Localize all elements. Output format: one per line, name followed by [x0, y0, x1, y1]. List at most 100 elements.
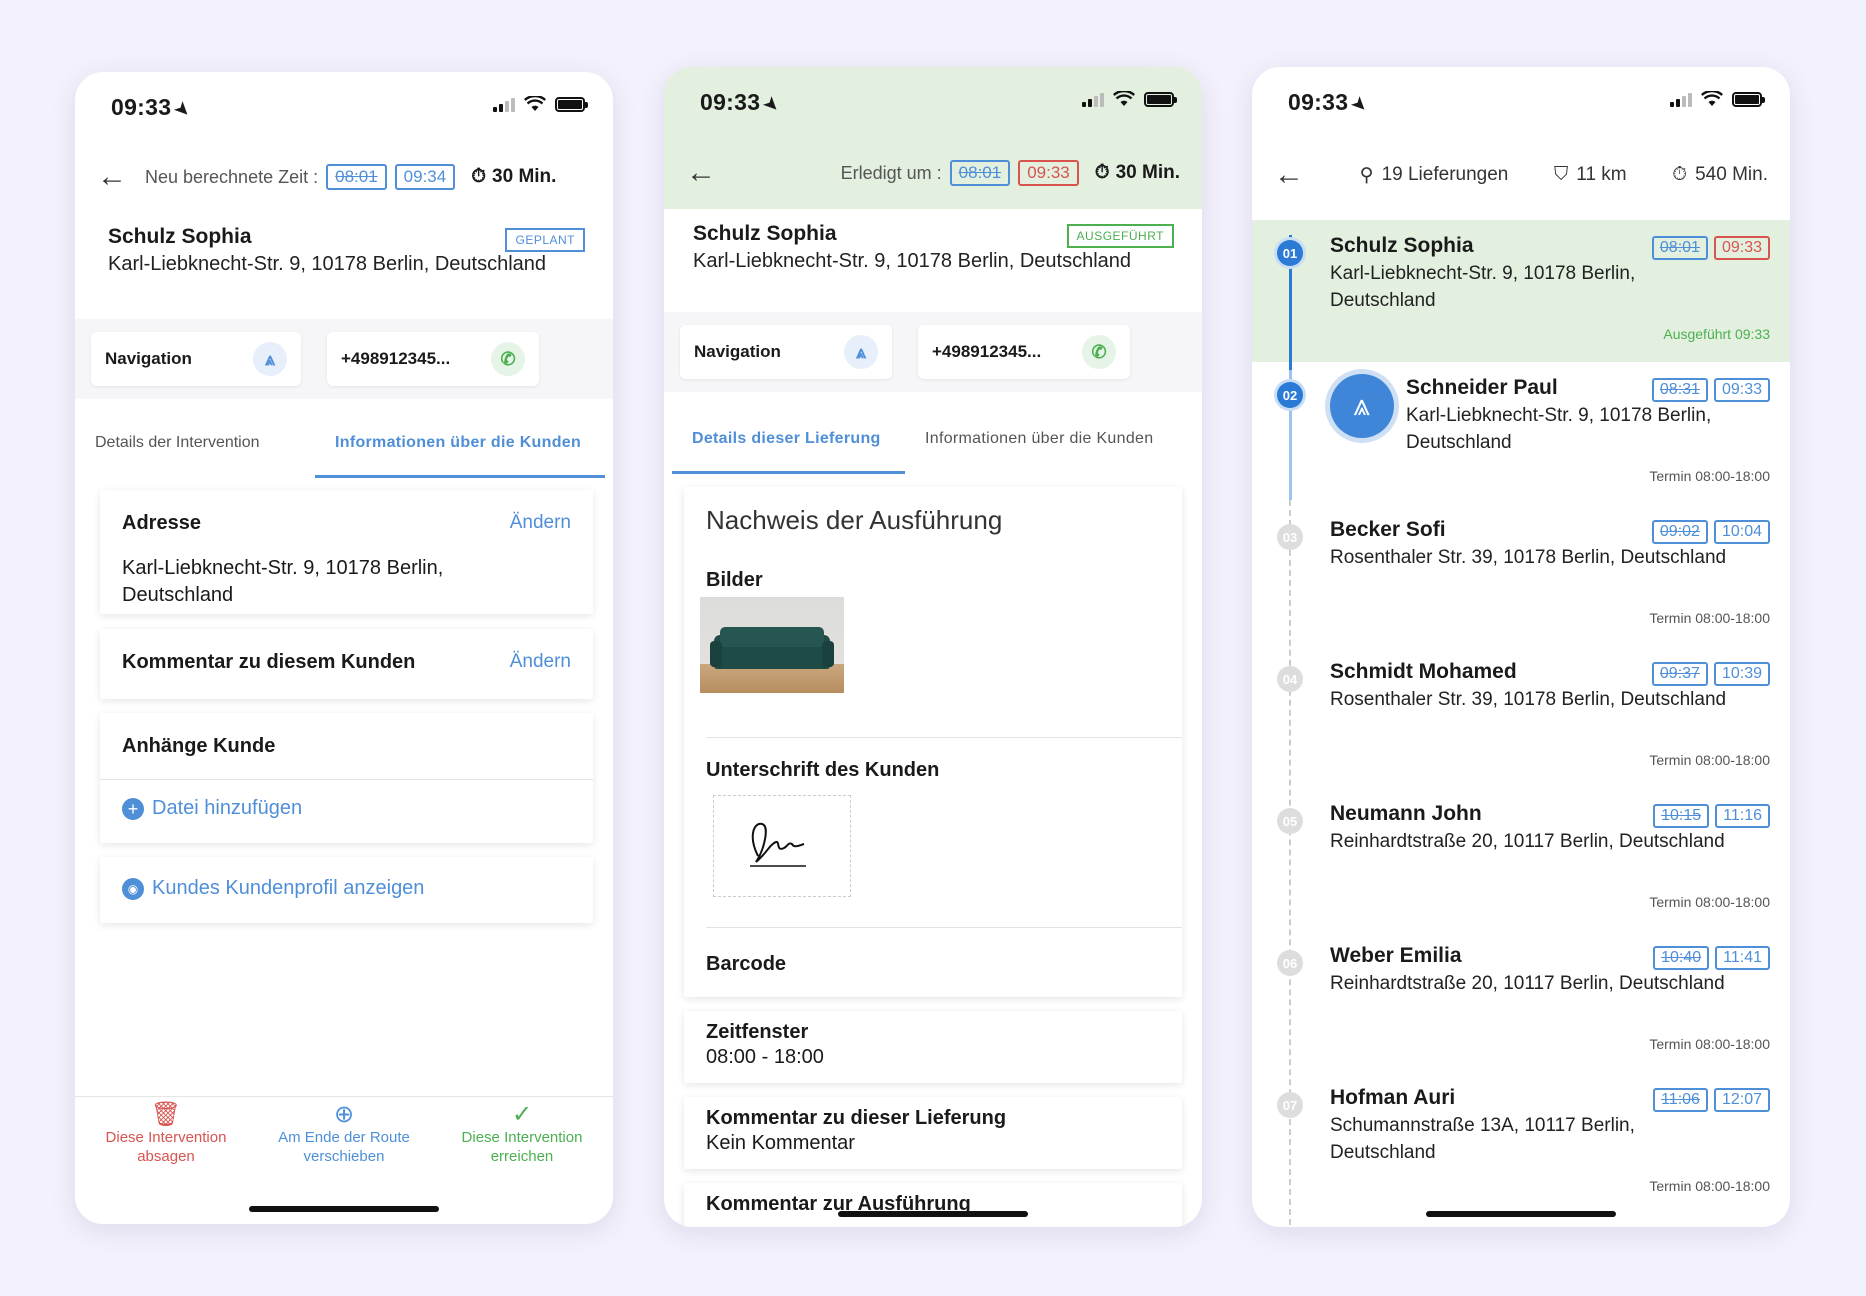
navigation-button[interactable]: Navigation ⩓: [680, 325, 892, 379]
tab-customer-info[interactable]: Informationen über die Kunden: [905, 404, 1195, 474]
list-item[interactable]: 04 Schmidt Mohamed Rosenthaler Str. 39, …: [1252, 646, 1790, 788]
signature-box: [713, 795, 851, 897]
customer-address: Karl-Liebknecht-Str. 9, 10178 Berlin, De…: [108, 253, 547, 275]
reach-intervention-button[interactable]: ✓ Diese Intervention erreichen: [447, 1101, 597, 1166]
execution-comment-card: Kommentar zur Ausführung: [684, 1183, 1182, 1227]
customer-info: Schulz Sophia Karl-Liebknecht-Str. 9, 10…: [693, 222, 1131, 273]
tab-bar: Details der Intervention Informationen ü…: [75, 408, 613, 478]
location-arrow-icon: ➤: [171, 97, 195, 122]
trash-icon: 🗑: [150, 1101, 182, 1128]
address-title: Adresse: [122, 512, 201, 534]
attachments-card: Anhänge Kunde + Datei hinzufügen: [100, 713, 593, 843]
back-arrow-icon[interactable]: ←: [1274, 158, 1314, 192]
check-circle-icon: ✓: [511, 1101, 533, 1128]
bottom-action-bar: 🗑 Diese Intervention absagen ⊕ Am Ende der…: [75, 1096, 613, 1224]
cancel-intervention-button[interactable]: 🗑 Diese Intervention absagen: [91, 1101, 241, 1166]
time-window-value: 08:00 - 18:00: [706, 1046, 824, 1068]
home-indicator: [1426, 1211, 1616, 1217]
wifi-icon: [1701, 91, 1723, 106]
deliveries-count: ⚲ 19 Lieferungen: [1359, 164, 1509, 186]
route-distance: ⛉ 11 km: [1554, 164, 1627, 185]
stopwatch-icon: ⏱: [471, 166, 487, 187]
cellular-signal-icon: [1082, 91, 1104, 107]
phone-screen-delivery-details: 09:33➤ ← Erledigt um : 08:01 09:33 ⏱ 30 M…: [664, 67, 1202, 1227]
add-file-button[interactable]: + Datei hinzufügen: [122, 797, 302, 820]
tab-intervention-details[interactable]: Details der Intervention: [75, 408, 315, 478]
route-summary-header: ← ⚲ 19 Lieferungen ⛉ 11 km ⏱ 540 Min.: [1252, 140, 1790, 210]
proof-title: Nachweis der Ausführung: [706, 505, 1003, 535]
status-badge: AUSGEFÜHRT: [1066, 224, 1174, 248]
proof-card: Nachweis der Ausführung Bilder Unterschr…: [684, 487, 1182, 997]
list-item[interactable]: 02 ⩓ Schneider Paul Karl-Liebknecht-Str.…: [1252, 362, 1790, 504]
signature-title: Unterschrift des Kunden: [706, 759, 940, 781]
status-badge: GEPLANT: [505, 228, 585, 252]
delivery-comment-title: Kommentar zu dieser Lieferung: [706, 1107, 1007, 1129]
phone-icon: ✆: [1082, 335, 1116, 369]
tab-customer-info[interactable]: Informationen über die Kunden: [315, 408, 605, 478]
view-profile-link[interactable]: ◉ Kundes Kundenprofil anzeigen: [122, 877, 424, 900]
cellular-signal-icon: [1670, 91, 1692, 107]
edit-address-link[interactable]: Ändern: [510, 512, 571, 534]
move-to-end-button[interactable]: ⊕ Am Ende der Route verschieben: [269, 1103, 419, 1166]
road-icon: ⛉: [1554, 164, 1569, 185]
customer-info: Schulz Sophia Karl-Liebknecht-Str. 9, 10…: [108, 225, 546, 276]
sofa-photo[interactable]: [700, 597, 844, 693]
delivery-header: ← Erledigt um : 08:01 09:33 ⏱ 30 Min.: [664, 138, 1202, 208]
duration: ⏱ 30 Min.: [471, 166, 557, 187]
comment-card: Kommentar zu diesem Kunden Ändern: [100, 629, 593, 699]
completed-at-label: Erledigt um :: [840, 162, 942, 183]
quick-actions: Navigation ⩓ +498912345... ✆: [664, 312, 1202, 392]
address-card: Adresse Ändern Karl-Liebknecht-Str. 9, 1…: [100, 490, 593, 614]
delivery-comment-card: Kommentar zu dieser Lieferung Kein Komme…: [684, 1097, 1182, 1169]
edit-comment-link[interactable]: Ändern: [510, 651, 571, 673]
location-arrow-icon: ➤: [760, 92, 784, 117]
attachments-title: Anhänge Kunde: [122, 735, 276, 757]
location-pin-icon: ⚲: [1359, 164, 1374, 186]
original-time: 08:01: [949, 160, 1011, 186]
list-item[interactable]: 05 Neumann John Reinhardtstraße 20, 1011…: [1252, 788, 1790, 930]
eye-icon: ◉: [122, 877, 144, 900]
tab-delivery-details[interactable]: Details dieser Lieferung: [672, 404, 905, 474]
phone-screen-route-list: 09:33➤ ← ⚲ 19 Lieferungen ⛉ 11 km ⏱ 540 Min…: [1252, 67, 1790, 1227]
list-item[interactable]: 01 Schulz Sophia Karl-Liebknecht-Str. 9,…: [1252, 220, 1790, 362]
quick-actions: Navigation ⩓ +498912345... ✆: [75, 319, 613, 399]
home-indicator: [249, 1206, 439, 1212]
phone-screen-intervention: 09:33➤ ← Neu berechnete Zeit : 08:01 09:…: [75, 72, 613, 1224]
comment-title: Kommentar zu diesem Kunden: [122, 651, 416, 673]
call-button[interactable]: +498912345... ✆: [918, 325, 1130, 379]
stopwatch-icon: ⏱: [1094, 162, 1110, 183]
profile-card: ◉ Kundes Kundenprofil anzeigen: [100, 857, 593, 923]
list-item[interactable]: 03 Becker Sofi Rosenthaler Str. 39, 1017…: [1252, 504, 1790, 646]
original-time: 08:01: [326, 164, 387, 190]
navigation-button[interactable]: Navigation ⩓: [91, 332, 301, 386]
address-value: Karl-Liebknecht-Str. 9, 10178 Berlin, De…: [122, 557, 444, 606]
images-title: Bilder: [706, 569, 763, 591]
customer-name: Schulz Sophia: [693, 222, 837, 245]
home-indicator: [838, 1211, 1028, 1217]
status-time: 09:33➤: [700, 89, 784, 117]
back-arrow-icon[interactable]: ←: [686, 156, 726, 190]
battery-icon: [555, 96, 588, 112]
wifi-icon: [524, 96, 546, 111]
phone-icon: ✆: [491, 342, 525, 376]
completed-time: 09:33: [1018, 160, 1079, 186]
call-button[interactable]: +498912345... ✆: [327, 332, 539, 386]
list-item[interactable]: 06 Weber Emilia Reinhardtstraße 20, 1011…: [1252, 930, 1790, 1072]
battery-icon: [1144, 91, 1177, 107]
time-window-card: Zeitfenster 08:00 - 18:00: [684, 1011, 1182, 1083]
barcode-title: Barcode: [706, 953, 787, 975]
plus-icon: +: [122, 797, 144, 820]
stopwatch-icon: ⏱: [1672, 164, 1688, 185]
duration: ⏱ 30 Min.: [1094, 162, 1180, 183]
customer-name: Schulz Sophia: [108, 225, 252, 248]
status-time: 09:33➤: [1288, 89, 1372, 117]
status-time: 09:33➤: [111, 94, 195, 122]
back-arrow-icon[interactable]: ←: [97, 160, 137, 194]
navigation-icon[interactable]: ⩓: [1330, 374, 1394, 438]
list-item[interactable]: 07 Hofman Auri Schumannstraße 13A, 10117…: [1252, 1072, 1790, 1214]
wifi-icon: [1113, 91, 1135, 106]
battery-icon: [1732, 91, 1765, 107]
location-arrow-icon: ➤: [1348, 92, 1372, 117]
recalculated-time-label: Neu berechnete Zeit :: [145, 166, 319, 187]
tab-bar: Details dieser Lieferung Informationen ü…: [672, 404, 1202, 474]
